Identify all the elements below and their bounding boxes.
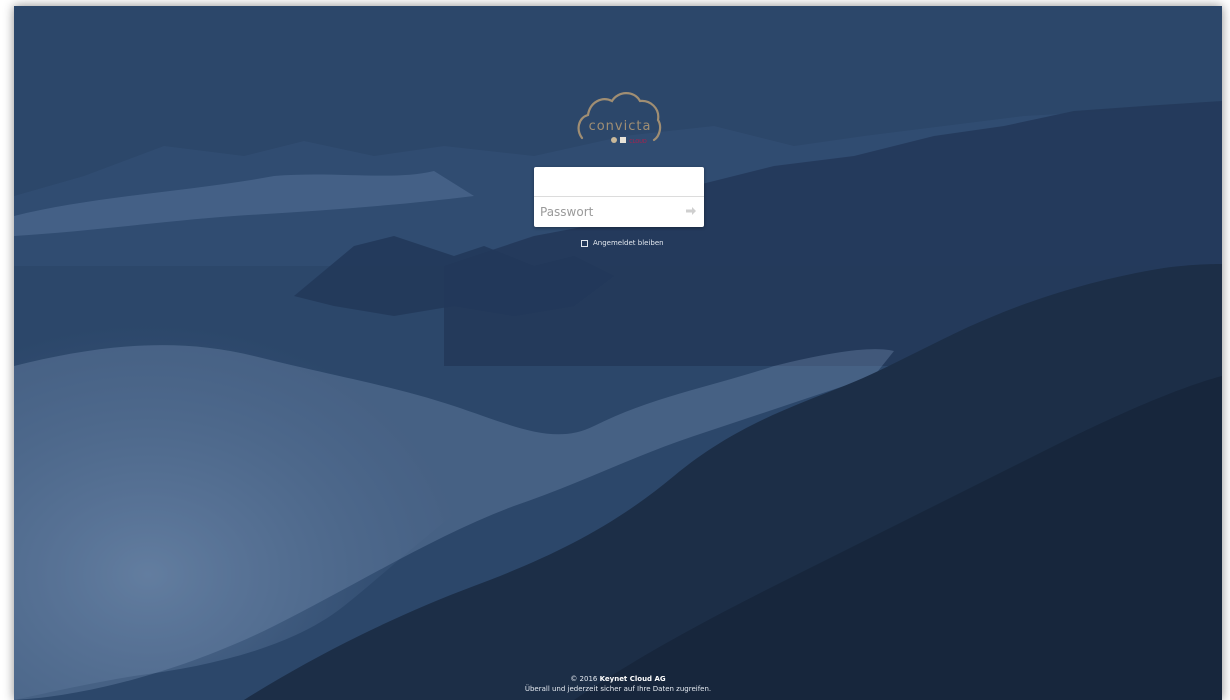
footer-tagline: Überall und jederzeit sicher auf Ihre Da…: [524, 685, 712, 693]
footer-company: Keynet Cloud AG: [599, 675, 666, 683]
login-page: convicta CLOUD Angemeldet bleiben © 2016…: [14, 6, 1222, 700]
arrow-right-icon: [686, 207, 696, 215]
convicta-cloud-logo: convicta CLOUD: [577, 92, 662, 145]
footer-copyright: © 2016 Keynet Cloud AG: [14, 674, 1222, 684]
footer: © 2016 Keynet Cloud AG Überall und jeder…: [14, 674, 1222, 694]
username-input[interactable]: [534, 167, 704, 197]
remember-checkbox[interactable]: [581, 239, 588, 247]
password-row: [534, 197, 704, 227]
login-submit-button[interactable]: [684, 204, 698, 218]
footer-copyright-prefix: © 2016: [570, 675, 598, 683]
logo-brand-text: convicta: [589, 119, 652, 134]
remember-label: Angemeldet bleiben: [593, 239, 664, 247]
logo-sub-text: CLOUD: [629, 139, 647, 145]
password-input[interactable]: [534, 197, 704, 227]
logo-cross-icon: [620, 137, 626, 143]
logo-dot-icon: [611, 137, 617, 143]
login-form: [534, 167, 704, 227]
remember-me[interactable]: Angemeldet bleiben: [581, 239, 664, 247]
